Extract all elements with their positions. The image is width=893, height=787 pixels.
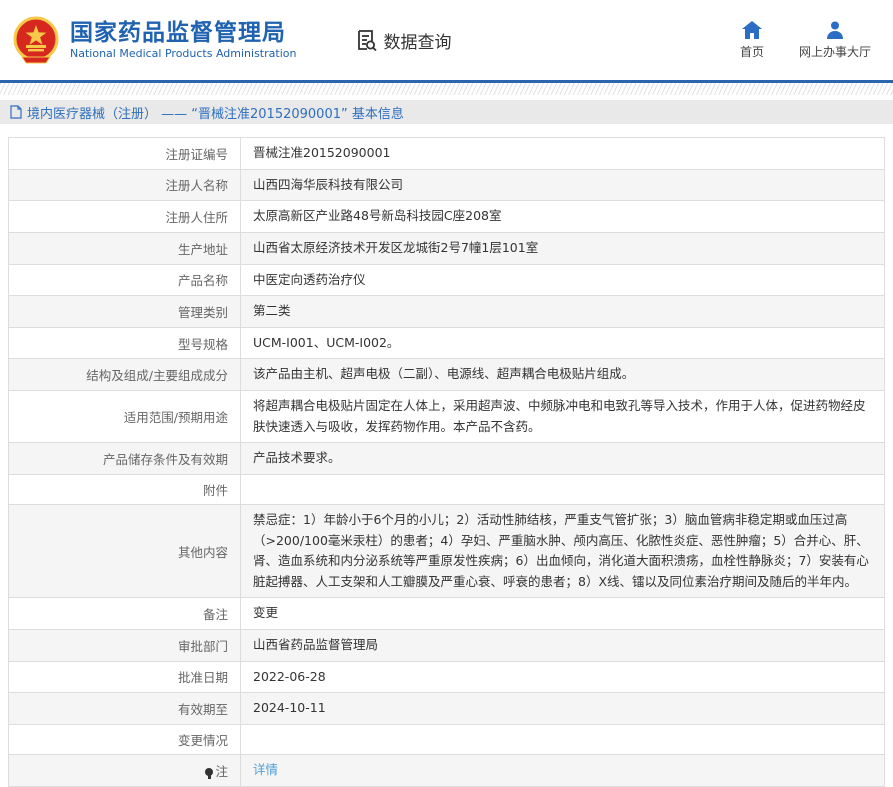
data-query-label: 数据查询 — [383, 28, 451, 53]
row-label: 批准日期 — [9, 661, 241, 693]
row-label: 变更情况 — [9, 724, 241, 754]
table-row: 生产地址山西省太原经济技术开发区龙城街2号7幢1层101室 — [9, 232, 885, 264]
row-label: 型号规格 — [9, 327, 241, 359]
row-value: 产品技术要求。 — [241, 443, 885, 475]
table-row: 备注变更 — [9, 598, 885, 630]
row-value: 山西省太原经济技术开发区龙城街2号7幢1层101室 — [241, 232, 885, 264]
row-label: 其他内容 — [9, 504, 241, 598]
registration-info-table: 注册证编号晋械注准20152090001注册人名称山西四海华辰科技有限公司注册人… — [8, 137, 885, 787]
row-value: 晋械注准20152090001 — [241, 138, 885, 170]
breadcrumb-text: 境内医疗器械（注册） —— “晋械注准20152090001” 基本信息 — [27, 103, 404, 122]
table-row: 其他内容禁忌症：1）年龄小于6个月的小儿；2）活动性肺结核，严重支气管扩张；3）… — [9, 504, 885, 598]
home-icon — [742, 21, 762, 39]
row-label: 备注 — [9, 598, 241, 630]
row-value: UCM-Ⅰ001、UCM-Ⅰ002。 — [241, 327, 885, 359]
row-label: 产品储存条件及有效期 — [9, 443, 241, 475]
registration-info-section: 注册证编号晋械注准20152090001注册人名称山西四海华辰科技有限公司注册人… — [0, 124, 893, 787]
user-icon — [825, 21, 845, 39]
row-label: 有效期至 — [9, 693, 241, 725]
row-value: 变更 — [241, 598, 885, 630]
nav-service-hall-label: 网上办事大厅 — [799, 43, 871, 60]
row-value: 该产品由主机、超声电极（二副）、电源线、超声耦合电极贴片组成。 — [241, 359, 885, 391]
row-label: 附件 — [9, 474, 241, 504]
row-label: 审批部门 — [9, 630, 241, 662]
nav-item-home[interactable]: 首页 — [735, 21, 769, 60]
row-value: 2022-06-28 — [241, 661, 885, 693]
nav-item-service-hall[interactable]: 网上办事大厅 — [799, 21, 871, 60]
row-value: 2024-10-11 — [241, 693, 885, 725]
info-table-body: 注册证编号晋械注准20152090001注册人名称山西四海华辰科技有限公司注册人… — [9, 138, 885, 787]
top-nav: 首页 网上办事大厅 — [735, 21, 877, 60]
breadcrumb: 境内医疗器械（注册） —— “晋械注准20152090001” 基本信息 — [0, 100, 893, 124]
row-value: 太原高新区产业路48号新岛科技园C座208室 — [241, 201, 885, 233]
table-row: 有效期至2024-10-11 — [9, 693, 885, 725]
row-label: 注册人名称 — [9, 169, 241, 201]
row-value — [241, 474, 885, 504]
data-query-icon — [354, 28, 378, 52]
table-row: 批准日期2022-06-28 — [9, 661, 885, 693]
detail-link[interactable]: 详情 — [253, 762, 278, 777]
row-label: 生产地址 — [9, 232, 241, 264]
national-emblem-logo — [12, 16, 60, 64]
table-row: 型号规格UCM-Ⅰ001、UCM-Ⅰ002。 — [9, 327, 885, 359]
table-row: 结构及组成/主要组成成分该产品由主机、超声电极（二副）、电源线、超声耦合电极贴片… — [9, 359, 885, 391]
row-label: 适用范围/预期用途 — [9, 391, 241, 443]
table-row: 适用范围/预期用途将超声耦合电极贴片固定在人体上，采用超声波、中频脉冲电和电致孔… — [9, 391, 885, 443]
data-query-entry[interactable]: 数据查询 — [354, 28, 451, 53]
row-value: 山西四海华辰科技有限公司 — [241, 169, 885, 201]
table-row: 管理类别第二类 — [9, 296, 885, 328]
row-value: 详情 — [241, 754, 885, 786]
table-row: 注册人住所太原高新区产业路48号新岛科技园C座208室 — [9, 201, 885, 233]
table-row: 注册证编号晋械注准20152090001 — [9, 138, 885, 170]
nav-home-label: 首页 — [740, 43, 764, 60]
row-value: 将超声耦合电极贴片固定在人体上，采用超声波、中频脉冲电和电致孔等导入技术，作用于… — [241, 391, 885, 443]
row-label: 注 — [9, 754, 241, 786]
site-header: 国家药品监督管理局 National Medical Products Admi… — [0, 0, 893, 80]
header-hatch-band — [0, 83, 893, 95]
site-subtitle: National Medical Products Administration — [70, 47, 296, 60]
row-value — [241, 724, 885, 754]
document-icon — [10, 105, 22, 119]
table-row: 注册人名称山西四海华辰科技有限公司 — [9, 169, 885, 201]
row-label: 注册证编号 — [9, 138, 241, 170]
row-value: 山西省药品监督管理局 — [241, 630, 885, 662]
table-row: 审批部门山西省药品监督管理局 — [9, 630, 885, 662]
row-label: 产品名称 — [9, 264, 241, 296]
row-value: 第二类 — [241, 296, 885, 328]
bulb-icon — [205, 768, 213, 776]
row-value: 中医定向透药治疗仪 — [241, 264, 885, 296]
table-row: 产品储存条件及有效期产品技术要求。 — [9, 443, 885, 475]
table-row: 附件 — [9, 474, 885, 504]
brand-block: 国家药品监督管理局 National Medical Products Admi… — [70, 20, 296, 60]
row-label: 管理类别 — [9, 296, 241, 328]
row-label: 结构及组成/主要组成成分 — [9, 359, 241, 391]
table-row: 产品名称中医定向透药治疗仪 — [9, 264, 885, 296]
table-row: 变更情况 — [9, 724, 885, 754]
row-label: 注册人住所 — [9, 201, 241, 233]
site-title: 国家药品监督管理局 — [70, 20, 296, 46]
row-value: 禁忌症：1）年龄小于6个月的小儿；2）活动性肺结核，严重支气管扩张；3）脑血管病… — [241, 504, 885, 598]
table-row: 注详情 — [9, 754, 885, 786]
